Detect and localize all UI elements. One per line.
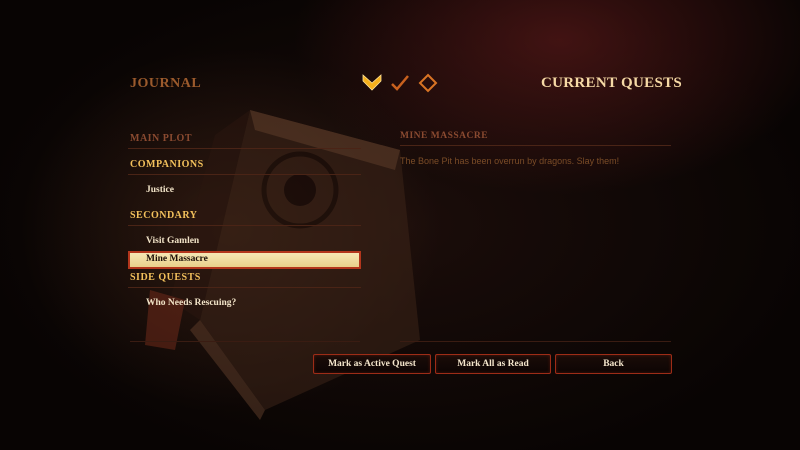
quest-detail-title: MINE MASSACRE [400,131,671,146]
category-companions[interactable]: COMPANIONS [128,156,361,175]
tab-active-quests[interactable] [360,70,384,96]
tab-completed-quests[interactable] [388,70,412,96]
category-main-plot[interactable]: MAIN PLOT [128,130,361,149]
journal-book-background [145,110,420,420]
category-side-quests[interactable]: SIDE QUESTS [128,269,361,288]
journal-title: JOURNAL [130,76,202,91]
quest-item-mine-massacre[interactable]: Mine Massacre [128,251,361,269]
tab-codex[interactable] [416,70,440,96]
journal-tabs [360,70,440,96]
mark-active-quest-button[interactable]: Mark as Active Quest [313,354,431,374]
section-title: CURRENT QUESTS [541,75,683,91]
detail-divider [400,341,671,342]
quest-item-visit-gamlen[interactable]: Visit Gamlen [128,233,361,251]
active-quests-chevron-icon [362,74,382,91]
back-button[interactable]: Back [555,354,672,374]
category-secondary[interactable]: SECONDARY [128,207,361,226]
diamond-icon [418,73,438,93]
mark-all-read-button[interactable]: Mark All as Read [435,354,551,374]
quest-list: MAIN PLOT COMPANIONS Justice SECONDARY V… [128,130,361,313]
quest-detail-panel: MINE MASSACRE The Bone Pit has been over… [400,131,671,166]
quest-detail-description: The Bone Pit has been overrun by dragons… [400,156,620,166]
quest-item-justice[interactable]: Justice [128,182,361,200]
journal-screen: JOURNAL CURRENT QUESTS MAIN PLOT COMPANI… [0,0,800,450]
quest-item-who-needs-rescuing[interactable]: Who Needs Rescuing? [128,295,361,313]
list-divider [130,341,360,342]
completed-checkmark-icon [391,75,409,91]
